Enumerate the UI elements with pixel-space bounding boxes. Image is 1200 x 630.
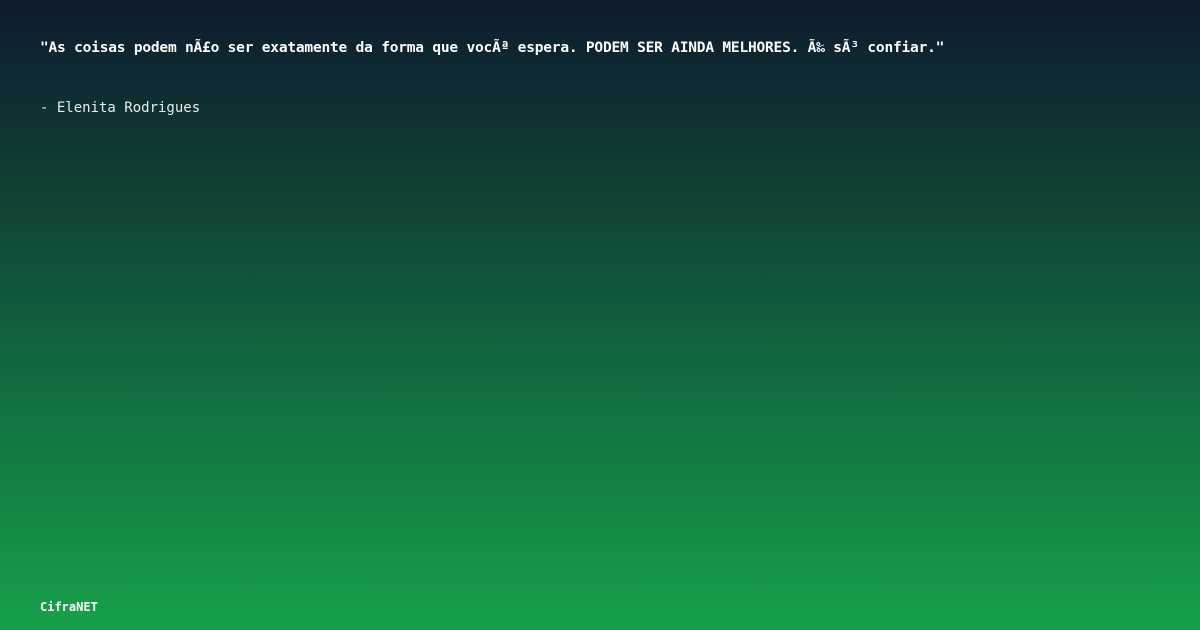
brand-logo-text: CifraNET [40, 600, 98, 614]
quote-author: - Elenita Rodrigues [40, 100, 201, 116]
quote-text: "As coisas podem nÃ£o ser exatamente da … [40, 40, 945, 56]
